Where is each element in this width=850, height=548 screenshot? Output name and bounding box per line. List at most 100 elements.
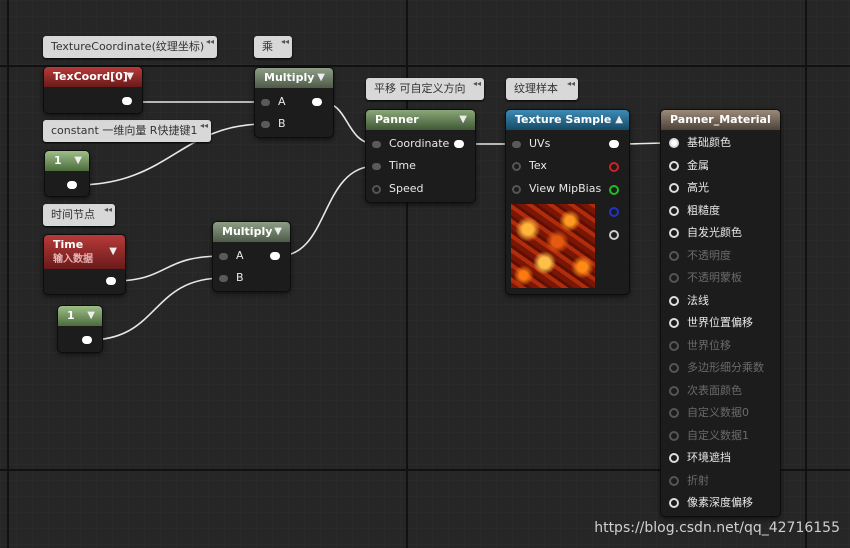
collapse-arrow-icon[interactable]: ▼ <box>459 110 467 130</box>
collapse-arrow-icon[interactable]: ▼ <box>87 306 95 326</box>
pin-icon[interactable]: ◂◂ <box>206 37 214 46</box>
material-output-node-header[interactable]: Panner_Material <box>661 110 780 130</box>
texture-input-mipbias[interactable]: View MipBias <box>512 180 601 198</box>
input-pin-icon[interactable] <box>669 363 679 373</box>
input-pin-icon[interactable] <box>669 250 679 261</box>
multiply-bottom-node[interactable]: Multiply ▼ A B <box>213 222 290 291</box>
texcoord-node-header[interactable]: TexCoord[0] ▼ <box>44 67 142 87</box>
constant-bottom-output-pin[interactable] <box>82 336 92 344</box>
constant-bottom-node-header[interactable]: 1 ▼ <box>58 306 102 326</box>
texture-sample-node-header[interactable]: Texture Sample ▲ <box>506 110 629 130</box>
panner-node[interactable]: Panner ▼ Coordinate Time Speed <box>366 110 475 202</box>
material-input-row[interactable]: 自定义数据0 <box>669 404 749 422</box>
material-input-row[interactable]: 不透明蒙板 <box>669 269 742 287</box>
collapse-arrow-icon[interactable]: ▼ <box>109 242 117 262</box>
constant-top-node-header[interactable]: 1 ▼ <box>45 151 89 171</box>
material-input-row[interactable]: 多边形细分乘数 <box>669 359 764 377</box>
time-node[interactable]: Time ▼ 输入数据 <box>44 235 125 294</box>
material-input-row[interactable]: 不透明度 <box>669 247 731 265</box>
multiply-bottom-node-header[interactable]: Multiply ▼ <box>213 222 290 242</box>
input-pin-icon[interactable] <box>372 184 381 194</box>
input-pin-icon[interactable] <box>512 184 521 194</box>
texture-g-output-pin[interactable] <box>609 185 619 195</box>
multiply-top-node[interactable]: Multiply ▼ A B <box>255 68 333 137</box>
material-input-row[interactable]: 世界位移 <box>669 337 731 355</box>
pin-icon[interactable]: ◂◂ <box>200 121 208 130</box>
time-node-header[interactable]: Time ▼ 输入数据 <box>44 235 125 269</box>
panner-input-coordinate[interactable]: Coordinate <box>372 135 449 153</box>
material-input-row[interactable]: 次表面颜色 <box>669 382 742 400</box>
input-pin-icon[interactable] <box>669 340 679 351</box>
texcoord-output-pin[interactable] <box>122 97 132 105</box>
pin-icon[interactable]: ◂◂ <box>281 37 289 46</box>
input-pin-icon[interactable] <box>512 161 521 171</box>
panner-output-pin[interactable] <box>454 140 464 148</box>
texture-sample-node[interactable]: Texture Sample ▲ UVs Tex View MipBias <box>506 110 629 294</box>
input-pin-icon[interactable] <box>669 228 679 238</box>
collapse-arrow-icon[interactable]: ▲ <box>615 110 623 130</box>
material-input-row[interactable]: 折射 <box>669 472 709 490</box>
input-pin-icon[interactable] <box>669 498 679 508</box>
input-pin-icon[interactable] <box>669 295 679 306</box>
input-pin-icon[interactable] <box>669 273 679 283</box>
multiply-top-input-b[interactable]: B <box>261 115 286 133</box>
texcoord-node[interactable]: TexCoord[0] ▼ <box>44 67 142 113</box>
collapse-arrow-icon[interactable]: ▼ <box>317 68 325 88</box>
input-pin-icon[interactable] <box>669 205 679 216</box>
constant-bottom-node[interactable]: 1 ▼ <box>58 306 102 352</box>
material-input-row[interactable]: 环境遮挡 <box>669 449 731 467</box>
input-pin-icon[interactable] <box>669 453 679 463</box>
input-pin-icon[interactable] <box>219 252 228 260</box>
input-pin-icon[interactable] <box>669 430 679 441</box>
texture-input-tex[interactable]: Tex <box>512 157 547 175</box>
input-pin-icon[interactable] <box>669 183 679 193</box>
input-pin-icon[interactable] <box>669 160 679 171</box>
material-input-row[interactable]: 金属 <box>669 157 709 175</box>
material-input-row[interactable]: 高光 <box>669 179 709 197</box>
texture-input-uvs[interactable]: UVs <box>512 135 550 153</box>
time-output-pin[interactable] <box>106 277 116 285</box>
texture-r-output-pin[interactable] <box>609 162 619 172</box>
texture-b-output-pin[interactable] <box>609 207 619 217</box>
input-pin-icon[interactable] <box>669 408 679 418</box>
multiply-top-output-pin[interactable] <box>312 98 322 106</box>
material-output-node[interactable]: Panner_Material 基础颜色金属高光粗糙度自发光颜色不透明度不透明蒙… <box>661 110 780 516</box>
material-input-row[interactable]: 自发光颜色 <box>669 224 742 242</box>
material-input-label: 法线 <box>687 293 709 307</box>
material-input-row[interactable]: 世界位置偏移 <box>669 314 753 332</box>
input-pin-icon[interactable] <box>261 120 270 128</box>
material-input-row[interactable]: 粗糙度 <box>669 202 720 220</box>
collapse-arrow-icon[interactable]: ▼ <box>74 151 82 171</box>
constant-top-node[interactable]: 1 ▼ <box>45 151 89 196</box>
multiply-top-node-header[interactable]: Multiply ▼ <box>255 68 333 88</box>
input-pin-icon[interactable] <box>261 98 270 106</box>
input-pin-icon[interactable] <box>512 140 521 148</box>
pin-icon[interactable]: ◂◂ <box>567 79 575 88</box>
panner-node-header[interactable]: Panner ▼ <box>366 110 475 130</box>
collapse-arrow-icon[interactable]: ▼ <box>126 67 134 87</box>
material-input-row[interactable]: 基础颜色 <box>669 134 731 152</box>
input-pin-icon[interactable] <box>372 140 381 148</box>
panner-input-time[interactable]: Time <box>372 157 416 175</box>
input-pin-icon[interactable] <box>669 318 679 328</box>
texture-a-output-pin[interactable] <box>609 230 619 240</box>
pin-icon[interactable]: ◂◂ <box>104 205 112 214</box>
texture-rgb-output-pin[interactable] <box>609 140 619 148</box>
material-input-row[interactable]: 法线 <box>669 292 709 310</box>
multiply-bottom-input-a[interactable]: A <box>219 247 244 265</box>
multiply-bottom-output-pin[interactable] <box>270 252 280 260</box>
panner-input-speed[interactable]: Speed <box>372 180 423 198</box>
input-pin-icon[interactable] <box>669 385 679 396</box>
multiply-bottom-input-b[interactable]: B <box>219 269 244 287</box>
multiply-top-input-a[interactable]: A <box>261 93 286 111</box>
input-pin-icon[interactable] <box>219 274 228 282</box>
input-pin-icon[interactable] <box>669 138 679 148</box>
pin-icon[interactable]: ◂◂ <box>473 79 481 88</box>
material-input-row[interactable]: 自定义数据1 <box>669 427 749 445</box>
input-pin-icon[interactable] <box>372 162 381 170</box>
collapse-arrow-icon[interactable]: ▼ <box>274 222 282 242</box>
constant-top-output-pin[interactable] <box>67 181 77 189</box>
input-pin-icon[interactable] <box>669 475 679 486</box>
material-input-label: 多边形细分乘数 <box>687 361 764 374</box>
material-input-row[interactable]: 像素深度偏移 <box>669 494 753 512</box>
